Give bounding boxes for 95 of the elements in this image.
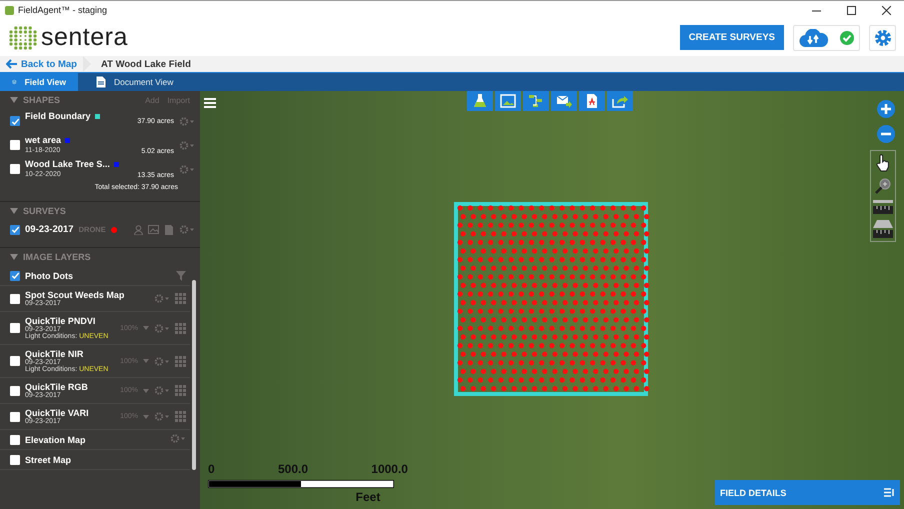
checkbox[interactable] [10, 323, 20, 333]
caret-icon[interactable] [143, 326, 149, 330]
settings-button[interactable] [869, 24, 896, 50]
checkbox[interactable] [10, 386, 20, 396]
hand-pointer-icon[interactable] [875, 154, 891, 172]
sync-status-button[interactable] [793, 24, 860, 50]
back-arrow-icon [6, 59, 17, 69]
cloud-sync-icon [799, 28, 829, 46]
document-icon[interactable] [164, 224, 174, 234]
area-measure-icon[interactable] [873, 220, 893, 238]
back-to-map-link[interactable]: Back to Map [0, 58, 83, 70]
app-logo-icon [5, 6, 14, 14]
scale-label: 500.0 [278, 464, 308, 475]
layer-name[interactable]: QuickTile PNDVI [25, 316, 116, 326]
menu-icon [204, 98, 216, 108]
section-title: SHAPES [23, 95, 60, 105]
grid-icon[interactable] [175, 293, 186, 304]
layer-name[interactable]: Photo Dots [25, 270, 171, 280]
checkbox[interactable] [10, 356, 20, 366]
gear-menu-icon[interactable] [154, 356, 170, 366]
field-details-button[interactable]: FIELD DETAILS [715, 480, 900, 505]
person-icon[interactable] [134, 224, 143, 234]
window-title: FieldAgent™ - staging [18, 5, 108, 15]
flask-icon [472, 94, 488, 108]
brand-wordmark: sentera [41, 23, 128, 52]
map-tool-button[interactable] [467, 91, 493, 111]
map-tool-button[interactable] [523, 91, 549, 111]
layer-name[interactable]: QuickTile VARI [25, 408, 116, 418]
layer-name[interactable]: QuickTile NIR [25, 349, 116, 359]
shape-name[interactable]: wet area [25, 135, 62, 145]
plus-icon [881, 104, 891, 114]
scale-unit: Feet [354, 493, 382, 502]
shape-name[interactable]: Field Boundary [25, 111, 91, 121]
checkbox[interactable] [10, 454, 20, 464]
export-icon [612, 94, 628, 108]
gear-menu-icon[interactable] [179, 140, 195, 150]
layer-name[interactable]: QuickTile RGB [25, 382, 116, 392]
image-icon [500, 94, 516, 108]
survey-date[interactable]: 09-23-2017 [25, 224, 74, 235]
scale-bar-icon [208, 480, 394, 488]
checkbox[interactable] [10, 224, 20, 234]
view-tab[interactable]: Field View [0, 73, 78, 91]
gear-menu-icon[interactable] [154, 412, 170, 421]
checkbox[interactable] [10, 116, 20, 126]
map-tool-button[interactable] [607, 91, 633, 111]
caret-icon[interactable] [143, 414, 149, 418]
grid-icon[interactable] [175, 356, 186, 366]
caret-icon[interactable] [143, 388, 149, 392]
layer-name[interactable]: Spot Scout Weeds Map [25, 290, 149, 300]
gear-menu-icon[interactable] [154, 294, 170, 303]
settings-icon [874, 28, 892, 46]
shape-name[interactable]: Wood Lake Tree S... [25, 159, 110, 169]
scale-label: 0 [208, 464, 215, 475]
caret-icon[interactable] [143, 359, 149, 363]
collapse-caret-icon[interactable] [10, 254, 18, 260]
checkbox[interactable] [10, 164, 20, 174]
dots-logo-icon [8, 24, 38, 50]
ruler-icon[interactable] [873, 200, 893, 214]
view-tab[interactable]: Document View [78, 73, 186, 91]
image-icon[interactable] [148, 225, 159, 234]
checkbox[interactable] [10, 434, 20, 444]
gear-menu-icon[interactable] [154, 386, 170, 395]
checkbox[interactable] [10, 412, 20, 422]
map-tool-button[interactable] [579, 91, 605, 111]
list-icon [884, 488, 895, 497]
create-surveys-button[interactable]: CREATE SURVEYS [680, 25, 784, 50]
field-name: AT Wood Lake Field [100, 58, 191, 70]
checkbox[interactable] [10, 140, 20, 150]
pdf-icon [584, 94, 600, 108]
collapse-caret-icon[interactable] [10, 208, 18, 214]
map-tool-button[interactable] [495, 91, 521, 111]
section-title: SURVEYS [23, 206, 66, 216]
gear-menu-icon[interactable] [179, 164, 195, 174]
mail-arrow-icon [556, 94, 572, 108]
map-tool-button[interactable] [551, 91, 577, 111]
close-icon[interactable] [882, 6, 891, 14]
grid-icon[interactable] [175, 411, 186, 422]
gear-menu-icon[interactable] [170, 434, 186, 443]
scale-label: 1000.0 [371, 464, 408, 475]
section-title: IMAGE LAYERS [23, 252, 91, 262]
gear-menu-icon[interactable] [179, 225, 195, 234]
grid-icon[interactable] [175, 385, 186, 396]
layer-name[interactable]: Street Map [25, 454, 186, 464]
gear-menu-icon[interactable] [179, 116, 195, 126]
layer-name[interactable]: Elevation Map [25, 434, 165, 444]
grid-icon[interactable] [175, 322, 186, 334]
collapse-caret-icon[interactable] [10, 97, 18, 103]
checkbox[interactable] [10, 294, 20, 304]
filter-icon[interactable] [176, 270, 186, 280]
flowchart-icon [528, 94, 544, 108]
maximize-icon[interactable] [847, 6, 856, 14]
checkbox[interactable] [10, 270, 20, 280]
document-icon [96, 76, 106, 88]
gear-menu-icon[interactable] [154, 324, 170, 332]
zoom-magnifier-icon[interactable] [875, 178, 891, 194]
